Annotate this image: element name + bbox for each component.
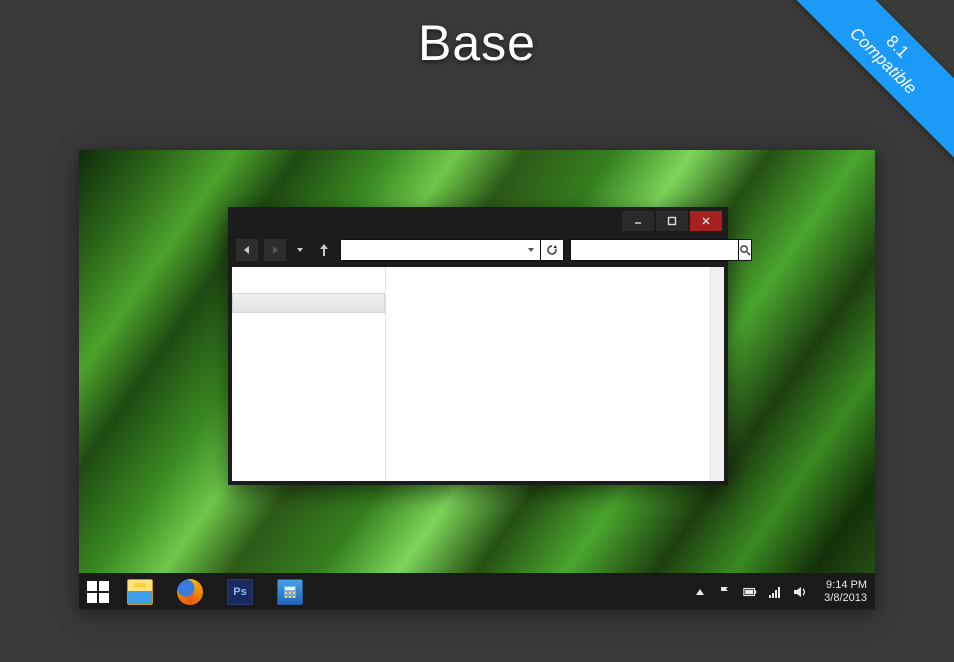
promo-title: Base bbox=[0, 14, 954, 72]
system-tray: 9:14 PM 3/8/2013 bbox=[693, 579, 867, 605]
taskbar-calculator-icon[interactable] bbox=[277, 579, 303, 605]
start-button[interactable] bbox=[87, 581, 109, 603]
search-button[interactable] bbox=[738, 239, 752, 261]
sidebar-item[interactable] bbox=[232, 293, 385, 313]
search-input[interactable] bbox=[570, 239, 738, 261]
start-tile-icon bbox=[99, 581, 109, 591]
refresh-button[interactable] bbox=[540, 239, 564, 261]
volume-icon[interactable] bbox=[793, 585, 807, 599]
window-titlebar[interactable] bbox=[228, 207, 728, 235]
explorer-window bbox=[228, 207, 728, 485]
navigation-pane[interactable] bbox=[232, 267, 386, 481]
address-dropdown-icon[interactable] bbox=[522, 239, 540, 261]
maximize-button[interactable] bbox=[656, 211, 688, 231]
show-hidden-icons-icon[interactable] bbox=[693, 585, 707, 599]
clock-date: 3/8/2013 bbox=[824, 592, 867, 605]
taskbar-photoshop-icon[interactable]: Ps bbox=[227, 579, 253, 605]
forward-button[interactable] bbox=[264, 239, 286, 261]
start-tile-icon bbox=[87, 581, 97, 591]
address-bar bbox=[340, 239, 564, 261]
taskbar-explorer-icon[interactable] bbox=[127, 579, 153, 605]
taskbar-firefox-icon[interactable] bbox=[177, 579, 203, 605]
close-button[interactable] bbox=[690, 211, 722, 231]
explorer-content bbox=[232, 267, 724, 481]
taskbar: Ps 9:14 PM 3/8/2013 bbox=[79, 573, 875, 610]
up-button[interactable] bbox=[314, 239, 334, 261]
file-list-pane[interactable] bbox=[386, 267, 724, 481]
vertical-scrollbar[interactable] bbox=[710, 267, 724, 481]
address-input[interactable] bbox=[340, 239, 522, 261]
start-tile-icon bbox=[99, 593, 109, 603]
navigation-toolbar bbox=[228, 235, 728, 265]
action-center-flag-icon[interactable] bbox=[718, 585, 732, 599]
search-bar bbox=[570, 239, 720, 261]
back-button[interactable] bbox=[236, 239, 258, 261]
minimize-button[interactable] bbox=[622, 211, 654, 231]
recent-locations-dropdown[interactable] bbox=[292, 239, 308, 261]
battery-icon[interactable] bbox=[743, 585, 757, 599]
network-signal-icon[interactable] bbox=[768, 585, 782, 599]
tray-clock[interactable]: 9:14 PM 3/8/2013 bbox=[824, 579, 867, 605]
start-tile-icon bbox=[87, 593, 97, 603]
desktop-screenshot: Ps 9:14 PM 3/8/2013 bbox=[79, 150, 875, 610]
clock-time: 9:14 PM bbox=[824, 579, 867, 592]
